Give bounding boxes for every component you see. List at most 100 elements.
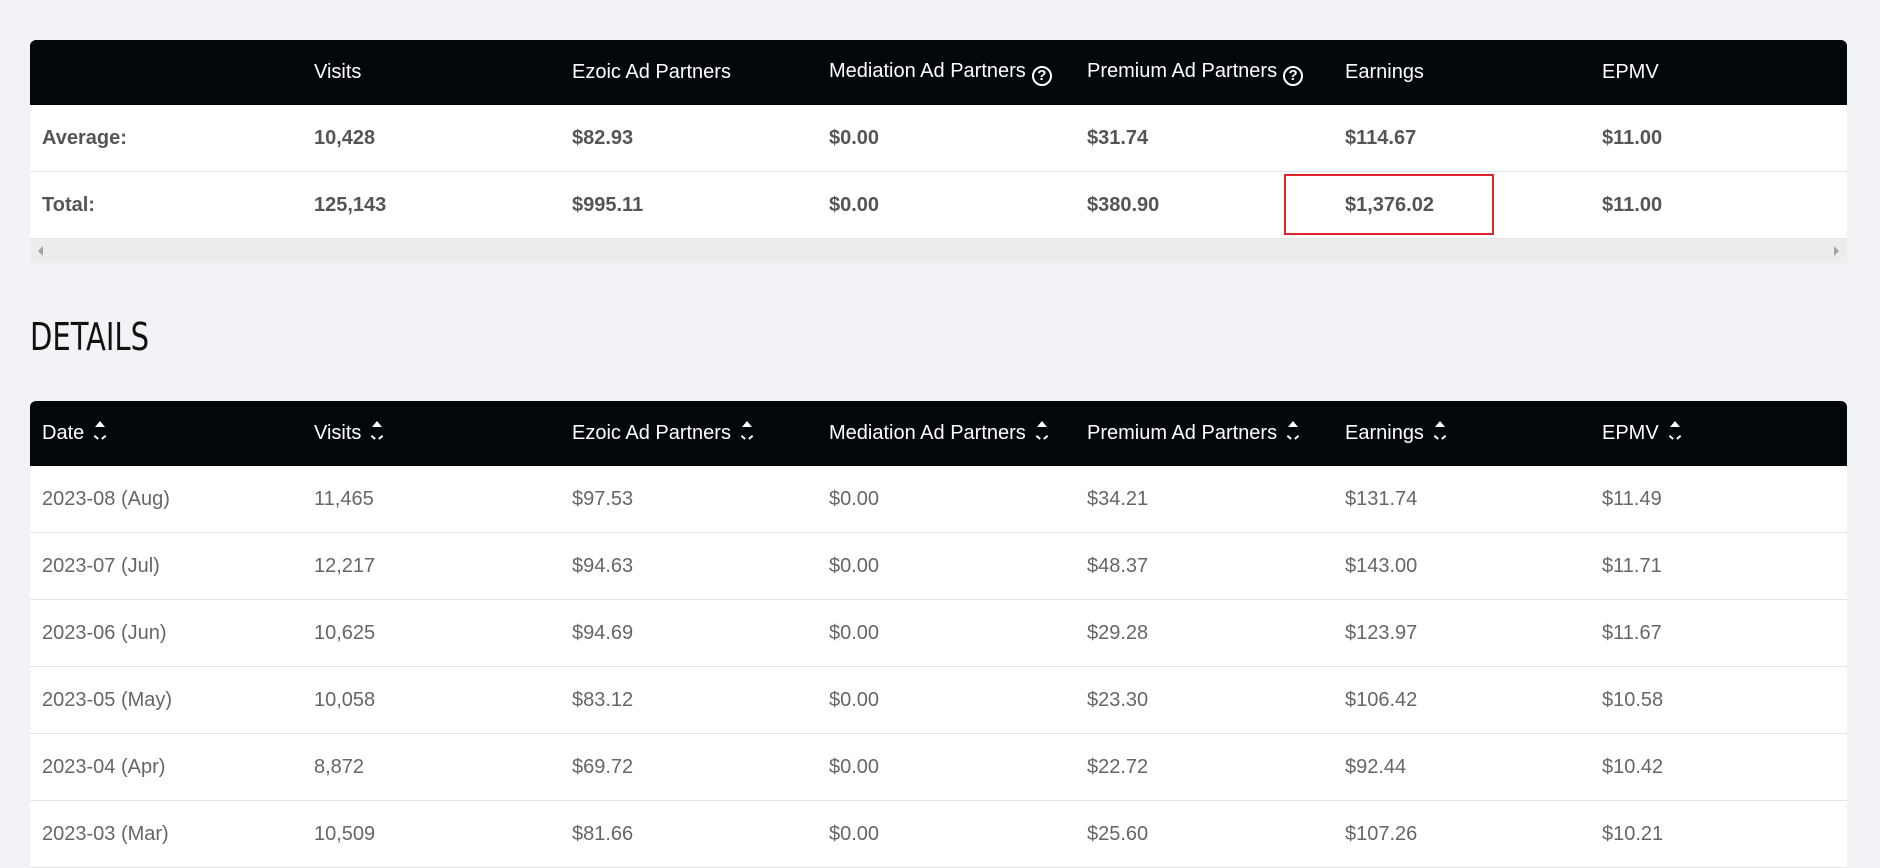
summary-cell: $995.11 [560, 171, 817, 239]
details-title: DETAILS [30, 315, 150, 359]
help-icon[interactable]: ? [1031, 65, 1052, 86]
table-cell: $81.66 [560, 800, 817, 868]
summary-header-mediation: Mediation Ad Partners? [817, 40, 1075, 105]
table-row: 2023-07 (Jul) 12,217 $94.63 $0.00 $48.37… [30, 532, 1847, 600]
summary-row-label: Average: [30, 105, 302, 172]
details-header-premium[interactable]: Premium Ad Partners [1075, 401, 1333, 466]
summary-cell: 125,143 [302, 171, 560, 239]
table-cell: $0.00 [817, 733, 1075, 801]
table-cell: $0.00 [817, 800, 1075, 868]
sort-icon[interactable] [1287, 420, 1299, 443]
table-cell: 10,509 [302, 800, 560, 868]
table-cell: $23.30 [1075, 666, 1333, 734]
table-cell: 2023-07 (Jul) [30, 532, 302, 600]
table-cell: 2023-08 (Aug) [30, 466, 302, 533]
summary-cell: 10,428 [302, 105, 560, 172]
table-cell: $131.74 [1333, 466, 1590, 533]
sort-icon[interactable] [371, 420, 383, 443]
summary-row-total: Total: 125,143 $995.11 $0.00 $380.90 $1,… [30, 171, 1847, 239]
table-cell: $106.42 [1333, 666, 1590, 734]
table-cell: $69.72 [560, 733, 817, 801]
table-row: 2023-08 (Aug) 11,465 $97.53 $0.00 $34.21… [30, 466, 1847, 533]
summary-header-epmv: EPMV [1590, 40, 1847, 105]
details-header-label: Premium Ad Partners [1087, 422, 1278, 444]
summary-cell: $11.00 [1590, 171, 1847, 239]
sort-icon[interactable] [741, 420, 753, 443]
table-cell: $0.00 [817, 466, 1075, 533]
details-header-visits[interactable]: Visits [302, 401, 560, 466]
table-cell: $143.00 [1333, 532, 1590, 600]
table-cell: $22.72 [1075, 733, 1333, 801]
table-cell: $29.28 [1075, 599, 1333, 667]
summary-header-ezoic: Ezoic Ad Partners [560, 40, 817, 105]
sort-icon[interactable] [1669, 420, 1681, 443]
summary-header-premium: Premium Ad Partners? [1075, 40, 1333, 105]
table-row: 2023-05 (May) 10,058 $83.12 $0.00 $23.30… [30, 666, 1847, 734]
details-header-label: Earnings [1345, 422, 1424, 444]
summary-header-mediation-label: Mediation Ad Partners [829, 59, 1026, 82]
table-cell: $10.58 [1590, 666, 1847, 734]
table-cell: 2023-03 (Mar) [30, 800, 302, 868]
summary-cell: $0.00 [817, 171, 1075, 239]
table-cell: 10,058 [302, 666, 560, 734]
table-row: 2023-03 (Mar) 10,509 $81.66 $0.00 $25.60… [30, 800, 1847, 868]
table-row: 2023-04 (Apr) 8,872 $69.72 $0.00 $22.72 … [30, 733, 1847, 801]
table-cell: $94.63 [560, 532, 817, 600]
summary-header-visits: Visits [302, 40, 560, 105]
summary-header-blank [30, 40, 302, 105]
summary-cell: $31.74 [1075, 105, 1333, 172]
table-cell: $123.97 [1333, 599, 1590, 667]
summary-header-premium-label: Premium Ad Partners [1087, 59, 1278, 82]
table-row: 2023-06 (Jun) 10,625 $94.69 $0.00 $29.28… [30, 599, 1847, 667]
details-header-ezoic[interactable]: Ezoic Ad Partners [560, 401, 817, 466]
table-cell: $48.37 [1075, 532, 1333, 600]
details-header-label: EPMV [1602, 422, 1659, 444]
table-cell: $11.71 [1590, 532, 1847, 600]
table-cell: $34.21 [1075, 466, 1333, 533]
summary-cell: $0.00 [817, 105, 1075, 172]
table-cell: $0.00 [817, 532, 1075, 600]
table-cell: 10,625 [302, 599, 560, 667]
summary-table: Visits Ezoic Ad Partners Mediation Ad Pa… [30, 40, 1847, 239]
details-table: Date Visits Ezoic Ad Partners Mediation … [30, 401, 1847, 868]
table-cell: $0.00 [817, 599, 1075, 667]
details-header-row: Date Visits Ezoic Ad Partners Mediation … [30, 401, 1847, 466]
details-header-epmv[interactable]: EPMV [1590, 401, 1847, 466]
horizontal-scrollbar[interactable] [30, 239, 1847, 263]
table-cell: 2023-05 (May) [30, 666, 302, 734]
table-cell: $83.12 [560, 666, 817, 734]
help-icon[interactable]: ? [1283, 65, 1304, 86]
table-cell: $107.26 [1333, 800, 1590, 868]
summary-cell: $380.90 [1075, 171, 1333, 239]
sort-icon[interactable] [1434, 420, 1446, 443]
table-cell: $10.21 [1590, 800, 1847, 868]
table-cell: $25.60 [1075, 800, 1333, 868]
summary-row-average: Average: 10,428 $82.93 $0.00 $31.74 $114… [30, 105, 1847, 172]
table-cell: $94.69 [560, 599, 817, 667]
table-cell: $11.49 [1590, 466, 1847, 533]
scroll-right-arrow-icon[interactable] [1834, 246, 1839, 256]
table-cell: 8,872 [302, 733, 560, 801]
table-cell: 11,465 [302, 466, 560, 533]
table-cell: $0.00 [817, 666, 1075, 734]
details-header-label: Ezoic Ad Partners [572, 422, 731, 444]
summary-header-earnings: Earnings [1333, 40, 1590, 105]
summary-cell-total-earnings: $1,376.02 [1333, 171, 1590, 239]
sort-icon[interactable] [1036, 420, 1048, 443]
page: Visits Ezoic Ad Partners Mediation Ad Pa… [0, 0, 1880, 868]
scroll-left-arrow-icon[interactable] [38, 246, 43, 256]
details-header-label: Visits [314, 422, 362, 444]
details-header-date[interactable]: Date [30, 401, 302, 466]
summary-cell: $114.67 [1333, 105, 1590, 172]
table-cell: 2023-04 (Apr) [30, 733, 302, 801]
details-header-label: Mediation Ad Partners [829, 422, 1026, 444]
details-header-label: Date [42, 422, 85, 444]
summary-row-label: Total: [30, 171, 302, 239]
sort-icon[interactable] [94, 420, 106, 443]
details-header-earnings[interactable]: Earnings [1333, 401, 1590, 466]
table-cell: $10.42 [1590, 733, 1847, 801]
table-cell: 12,217 [302, 532, 560, 600]
details-header-mediation[interactable]: Mediation Ad Partners [817, 401, 1075, 466]
table-cell: 2023-06 (Jun) [30, 599, 302, 667]
summary-cell: $11.00 [1590, 105, 1847, 172]
